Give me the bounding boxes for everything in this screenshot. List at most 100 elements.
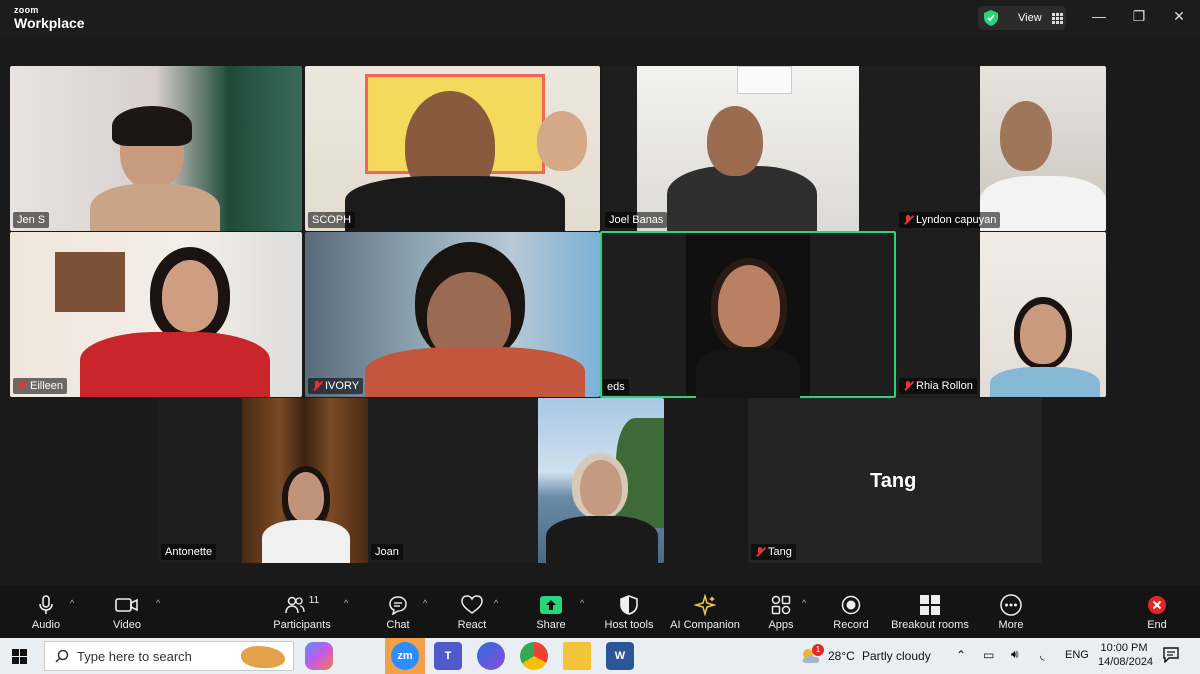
video-tile-joan[interactable]: Joan: [368, 398, 664, 563]
video-feed: [686, 233, 810, 398]
participant-body: [696, 348, 800, 398]
participant-body: [90, 184, 220, 231]
participant-face: [707, 106, 763, 176]
apps-label: Apps: [768, 619, 794, 631]
view-button[interactable]: View: [978, 6, 1066, 30]
video-tile-tang[interactable]: Tang Tang: [748, 398, 1042, 563]
participant-face: [1020, 304, 1066, 364]
tray-chevron-icon[interactable]: ⌃: [956, 648, 966, 662]
participant-name: Lyndon capuyan: [916, 214, 997, 226]
clock[interactable]: 10:00 PM 14/08/2024: [1098, 642, 1154, 668]
close-window-button[interactable]: ✕: [1167, 8, 1191, 25]
chat-button[interactable]: Chat: [380, 594, 416, 631]
audio-options-caret-icon[interactable]: ^: [70, 598, 74, 608]
windows-start-button[interactable]: [12, 649, 27, 669]
participant-nametag: Tang: [751, 544, 796, 560]
video-button[interactable]: Video: [106, 594, 148, 631]
participant-nametag: SCOPH: [308, 212, 356, 228]
taskbar-search-input[interactable]: Type here to search: [44, 641, 294, 671]
weather-badge: 1: [812, 644, 824, 656]
share-button[interactable]: Share: [533, 594, 569, 631]
host-tools-label: Host tools: [604, 619, 654, 631]
share-options-caret-icon[interactable]: ^: [580, 598, 584, 608]
search-placeholder: Type here to search: [77, 648, 192, 664]
participant-nametag: Lyndon capuyan: [899, 212, 1001, 228]
breakout-rooms-button[interactable]: Breakout rooms: [890, 594, 970, 631]
video-tile-eilleen[interactable]: Eilleen: [10, 232, 302, 397]
sparkle-icon: [694, 594, 716, 616]
restore-button[interactable]: ❐: [1127, 8, 1151, 25]
video-feed: [980, 232, 1106, 397]
more-dots-icon: [1000, 594, 1022, 616]
participant-name: SCOPH: [312, 214, 352, 226]
notification-center-icon[interactable]: [1163, 647, 1181, 666]
audio-button[interactable]: Audio: [26, 594, 66, 631]
participant-nametag: IVORY: [308, 378, 364, 394]
chat-options-caret-icon[interactable]: ^: [423, 598, 427, 608]
clock-date: 14/08/2024: [1098, 656, 1154, 668]
host-tools-button[interactable]: Host tools: [602, 594, 656, 631]
participants-button[interactable]: 11 Participants: [271, 594, 333, 632]
security-shield-icon[interactable]: [984, 10, 998, 26]
network-icon[interactable]: ◟: [1040, 648, 1045, 662]
search-highlight-image: [241, 646, 285, 668]
chat-bubble-icon: [389, 596, 407, 615]
video-options-caret-icon[interactable]: ^: [156, 598, 160, 608]
host-shield-icon: [620, 595, 638, 615]
video-tile-lyndon-capuyan[interactable]: Lyndon capuyan: [896, 66, 1106, 231]
record-label: Record: [833, 619, 869, 631]
word-taskbar-icon[interactable]: W: [606, 642, 634, 670]
end-meeting-icon: [1148, 596, 1166, 614]
battery-icon[interactable]: ▭: [983, 648, 994, 662]
participants-options-caret-icon[interactable]: ^: [344, 598, 348, 608]
participant-name: Eilleen: [30, 380, 64, 392]
brand-small-text: zoom: [14, 5, 39, 15]
view-label: View: [1018, 12, 1042, 24]
share-screen-icon: [540, 596, 562, 614]
end-meeting-button[interactable]: End: [1142, 594, 1172, 631]
apps-icon: [771, 595, 791, 615]
windows-taskbar: Type here to search zm T W 1 28°C Partly…: [0, 638, 1200, 674]
mic-muted-icon: [903, 381, 913, 391]
participants-icon: [285, 596, 305, 614]
participant-body: [80, 332, 270, 397]
video-tile-rhia-rollon[interactable]: Rhia Rollon: [896, 232, 1106, 397]
zoom-taskbar-active[interactable]: zm: [385, 638, 425, 674]
participant-hair: [112, 106, 192, 146]
copilot-taskbar-icon[interactable]: [305, 642, 333, 670]
m365-taskbar-icon[interactable]: [477, 642, 505, 670]
video-tile-jen-s[interactable]: Jen S: [10, 66, 302, 231]
participant-face: [580, 460, 622, 516]
app-logo: zoom Workplace: [14, 5, 85, 31]
teams-taskbar-icon[interactable]: T: [434, 642, 462, 670]
weather-temperature: 28°C: [828, 649, 855, 663]
react-button[interactable]: React: [454, 594, 490, 631]
apps-options-caret-icon[interactable]: ^: [802, 598, 806, 608]
weather-icon[interactable]: 1: [800, 644, 824, 667]
participant-face: [288, 472, 324, 522]
video-tile-eds-active-speaker[interactable]: eds: [600, 231, 896, 398]
volume-icon[interactable]: 🔊︎: [1011, 647, 1019, 662]
video-tile-scoph[interactable]: SCOPH: [305, 66, 600, 231]
record-button[interactable]: Record: [832, 594, 870, 631]
video-tile-ivory[interactable]: IVORY: [305, 232, 600, 397]
windows-logo-icon: [12, 649, 27, 664]
chrome-taskbar-icon[interactable]: [520, 642, 548, 670]
react-options-caret-icon[interactable]: ^: [494, 598, 498, 608]
video-tile-antonette[interactable]: Antonette: [158, 398, 368, 563]
mic-muted-icon: [903, 215, 913, 225]
participant-nametag: Rhia Rollon: [899, 378, 977, 394]
participant-body: [365, 347, 585, 397]
more-label: More: [998, 619, 1024, 631]
minimize-button[interactable]: —: [1087, 8, 1111, 24]
pot-rack: [55, 252, 125, 312]
participant-name: Tang: [768, 546, 792, 558]
language-indicator[interactable]: ENG: [1065, 649, 1089, 661]
participants-label: Participants: [273, 619, 331, 631]
apps-button[interactable]: Apps: [764, 594, 798, 631]
participant-nametag: Joan: [371, 544, 403, 560]
file-explorer-taskbar-icon[interactable]: [563, 642, 591, 670]
participant-name: Joan: [375, 546, 399, 558]
more-button[interactable]: More: [994, 594, 1028, 631]
ai-companion-button[interactable]: AI Companion: [668, 594, 742, 631]
